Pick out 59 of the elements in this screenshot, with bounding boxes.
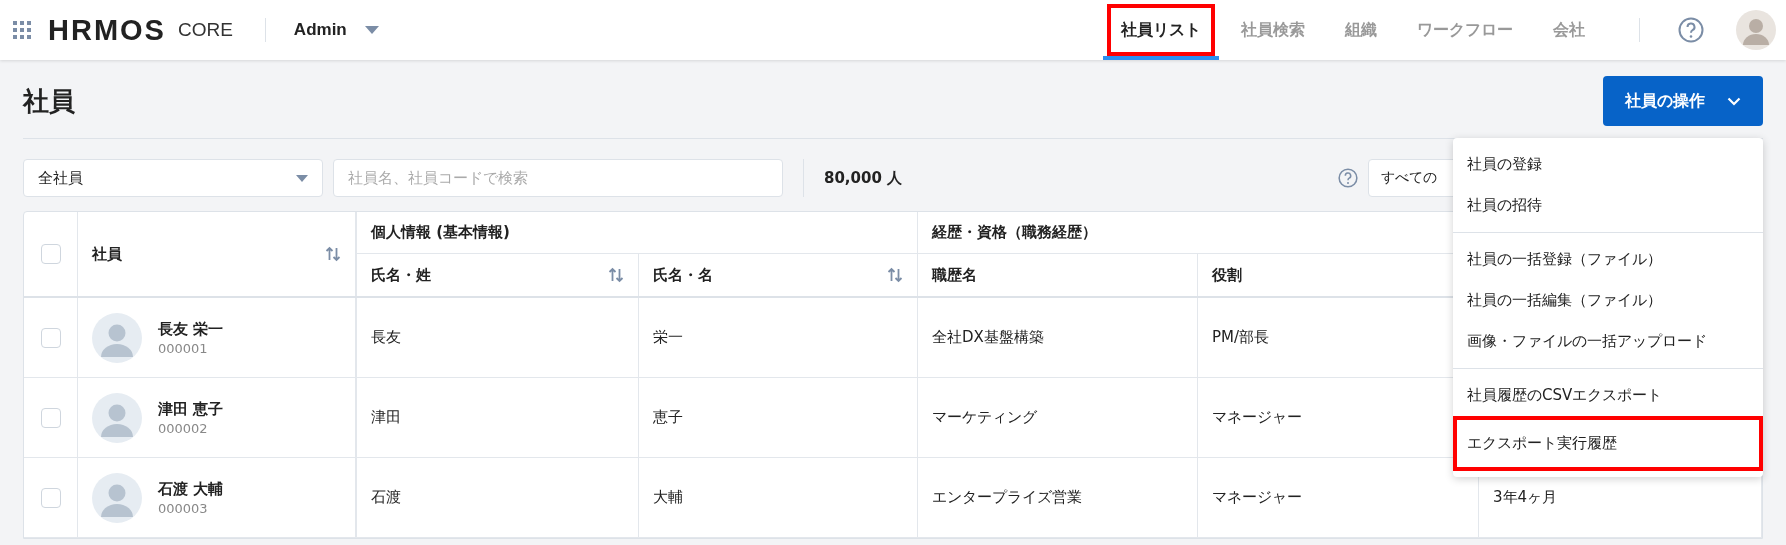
group-select[interactable]: 全社員 bbox=[23, 159, 323, 197]
help-icon[interactable] bbox=[1338, 168, 1358, 188]
page-title: 社員 bbox=[23, 84, 75, 118]
table-cell: エンタープライズ営業 bbox=[932, 488, 1082, 507]
employee-name[interactable]: 長友 栄一 bbox=[158, 319, 224, 339]
menu-item[interactable]: 社員の招待 bbox=[1453, 185, 1763, 226]
help-icon[interactable] bbox=[1678, 17, 1704, 43]
menu-item[interactable]: 画像・ファイルの一括アップロード bbox=[1453, 321, 1763, 362]
menu-item[interactable]: 社員の一括編集（ファイル） bbox=[1453, 280, 1763, 321]
table-cell: 恵子 bbox=[653, 408, 683, 427]
avatar bbox=[92, 312, 142, 363]
row-checkbox[interactable] bbox=[40, 327, 61, 348]
row-checkbox[interactable] bbox=[40, 407, 61, 428]
menu-item[interactable]: エクスポート実行履歴 bbox=[1453, 416, 1763, 471]
menu-item[interactable]: 社員の一括登録（ファイル） bbox=[1453, 239, 1763, 280]
row-checkbox[interactable] bbox=[40, 487, 61, 508]
table-cell: 津田 bbox=[371, 408, 401, 427]
app-grid-icon[interactable] bbox=[12, 20, 32, 40]
column-header: 役割 bbox=[1212, 265, 1242, 285]
column-header: 社員 bbox=[92, 244, 122, 264]
sort-icon[interactable] bbox=[887, 267, 903, 283]
sort-icon[interactable] bbox=[608, 267, 624, 283]
avatar bbox=[92, 392, 142, 443]
nav-tab[interactable]: 社員リスト bbox=[1103, 0, 1219, 60]
column-group-header: 経歴・資格（職務経歴） bbox=[932, 223, 1097, 242]
select-all-checkbox[interactable] bbox=[40, 244, 61, 264]
search-field[interactable]: 社員名、社員コードで検索 bbox=[333, 159, 783, 197]
table-cell: 長友 bbox=[371, 328, 401, 347]
table-cell: 大輔 bbox=[653, 488, 683, 507]
table-cell: PM/部長 bbox=[1212, 328, 1270, 347]
menu-item[interactable]: 社員の登録 bbox=[1453, 144, 1763, 185]
table-cell: 栄一 bbox=[653, 328, 683, 347]
chevron-down-icon bbox=[1727, 96, 1741, 106]
workspace-dropdown[interactable]: Admin bbox=[293, 20, 379, 40]
employee-code: 000003 bbox=[158, 500, 209, 516]
sort-icon[interactable] bbox=[325, 246, 341, 262]
column-group-header: 個人情報 (基本情報) bbox=[371, 223, 510, 242]
column-header: 職歴名 bbox=[932, 265, 977, 285]
table-cell: マネージャー bbox=[1212, 488, 1302, 507]
table-cell: マーケティング bbox=[932, 408, 1037, 427]
table-cell: マネージャー bbox=[1212, 408, 1302, 427]
table-cell: 全社DX基盤構築 bbox=[932, 328, 1044, 347]
table-cell: 石渡 bbox=[371, 488, 401, 507]
employee-code: 000002 bbox=[158, 420, 209, 436]
menu-item[interactable]: 社員履歴のCSVエクスポート bbox=[1453, 375, 1763, 416]
employee-name[interactable]: 石渡 大輔 bbox=[158, 479, 224, 499]
employee-count: 80,000 人 bbox=[824, 168, 903, 188]
employee-actions-button[interactable]: 社員の操作 bbox=[1603, 76, 1763, 126]
employee-code: 000001 bbox=[158, 340, 209, 356]
caret-icon bbox=[296, 174, 308, 182]
avatar bbox=[92, 472, 142, 523]
employee-name[interactable]: 津田 恵子 bbox=[158, 399, 224, 419]
caret-icon bbox=[364, 26, 379, 34]
product-name: CORE bbox=[177, 19, 233, 41]
table-cell: 3年4ヶ月 bbox=[1493, 488, 1558, 507]
user-avatar[interactable] bbox=[1736, 10, 1776, 50]
column-header: 氏名・姓 bbox=[371, 265, 431, 285]
column-header: 氏名・名 bbox=[653, 265, 713, 285]
logo: HRMOS bbox=[48, 13, 166, 47]
